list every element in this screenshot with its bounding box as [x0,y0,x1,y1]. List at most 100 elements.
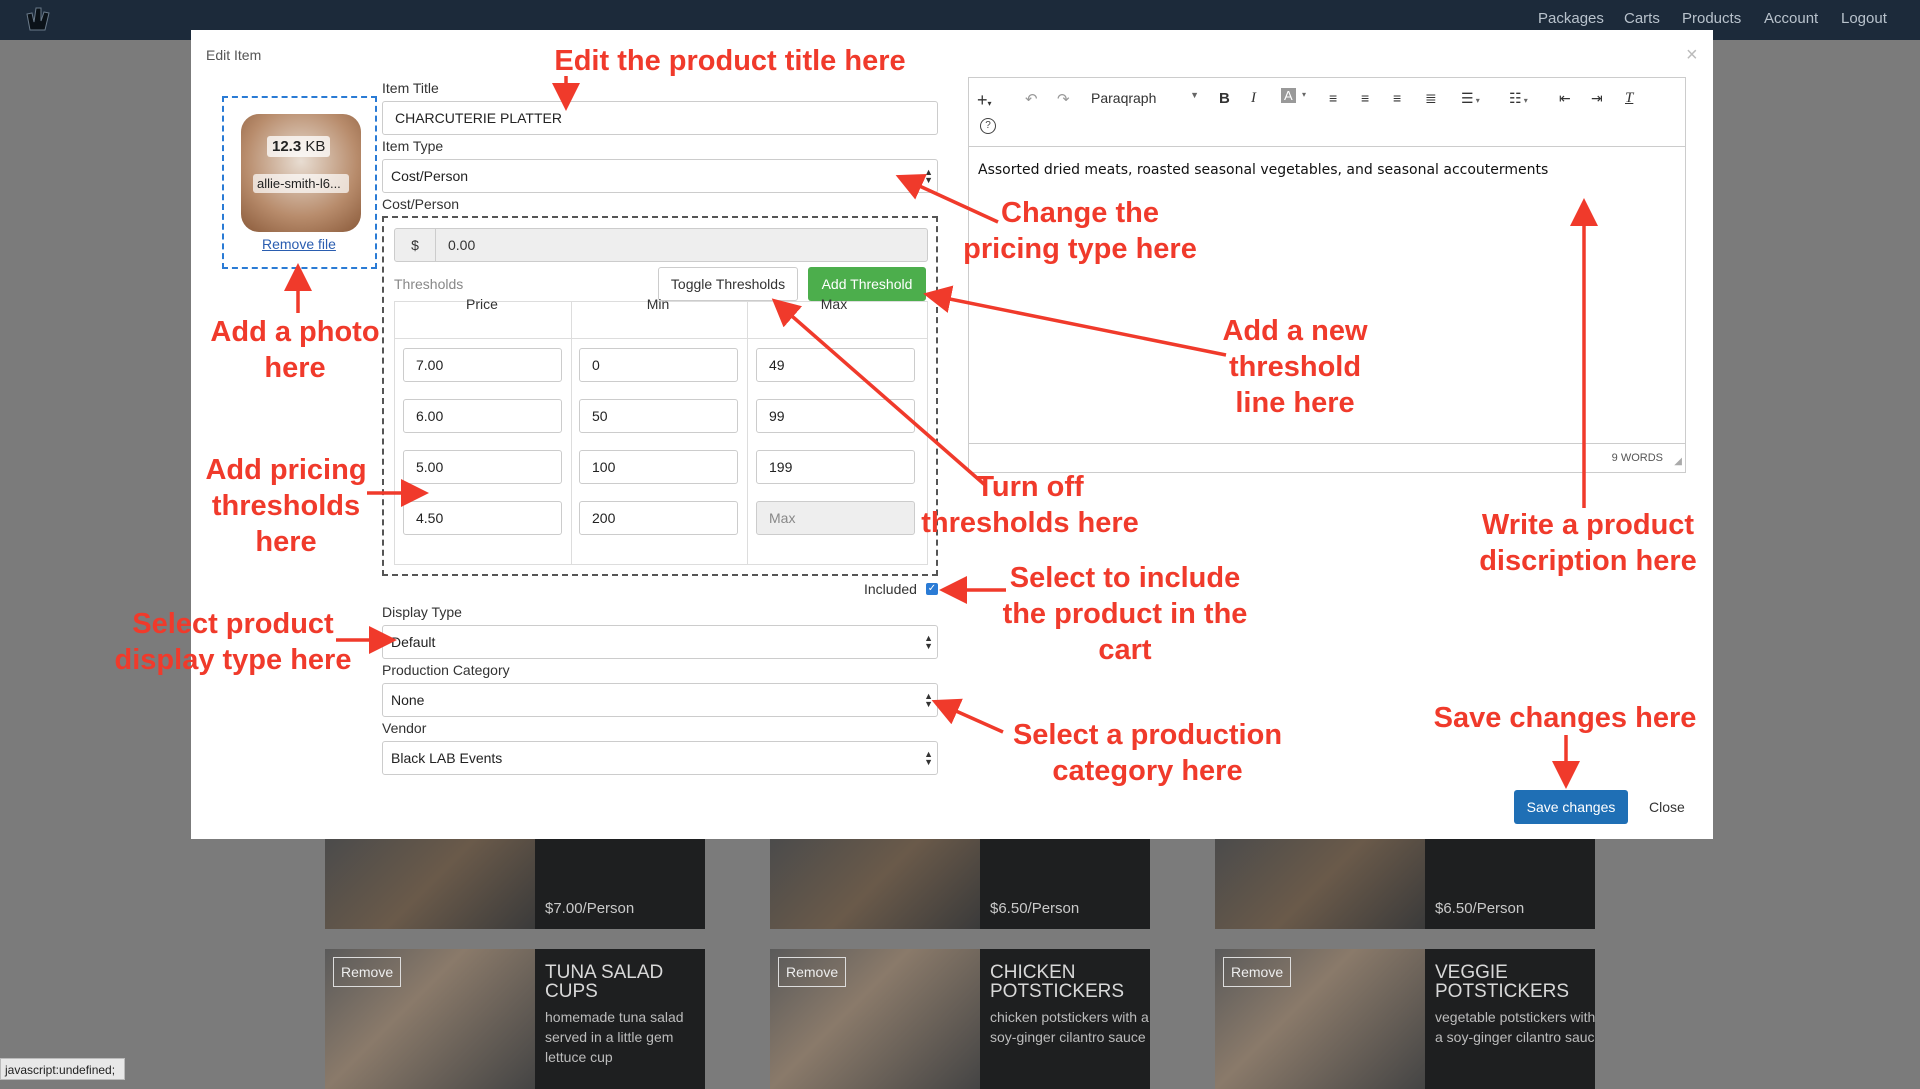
annotation-display-type: Select product display type here [114,608,352,676]
product-description: homemade tuna salad served in a little g… [545,1009,684,1065]
annotation-turn-off: Turn off thresholds here [921,471,1139,539]
product-card[interactable]: Remove TUNA SALAD CUPS homemade tuna sal… [325,949,705,1089]
product-image [770,839,980,929]
threshold-price-input[interactable]: 4.50 [403,501,562,535]
product-price: $6.50/Person [990,900,1080,917]
threshold-max-input[interactable]: 49 [756,348,915,382]
product-card[interactable]: Remove CHICKEN POTSTICKERS chicken potst… [770,949,1150,1089]
annotation-photo: Add a photo here [210,316,380,384]
italic-icon[interactable]: I [1251,90,1256,107]
product-card[interactable]: $6.50/Person [1215,839,1595,929]
photo-thumbnail: 12.3 KB allie-smith-l6... [241,114,361,232]
nav-logout[interactable]: Logout [1841,10,1887,27]
redo-icon[interactable]: ↷ [1057,90,1070,108]
product-title: TUNA SALAD CUPS [545,962,664,1002]
select-arrows-icon: ▲ ▼ [924,167,933,185]
align-right-icon[interactable]: ≡ [1393,90,1401,106]
file-size: 12.3 KB [267,136,331,157]
close-icon[interactable]: × [1686,44,1698,67]
annotation-description: Write a product discription here [1479,509,1697,577]
item-type-select[interactable]: Cost/Person ▲ ▼ [382,159,938,193]
threshold-price-input[interactable]: 6.00 [403,399,562,433]
help-icon[interactable]: ? [980,118,996,134]
remove-button[interactable]: Remove [1223,957,1292,987]
vendor-value: Black LAB Events [391,750,503,766]
product-card[interactable]: $6.50/Person [770,839,1150,929]
product-title: VEGGIE POTSTICKERS [1435,962,1570,1002]
currency-addon: $ [394,228,436,262]
editor-toolbar: +▾ ↶ ↷ Paraqraph ▼ B I A ▾ ≡ ≡ ≡ ≣ ☰ ▾ ☷ … [969,78,1685,147]
annotation-include: Select to include the product in the car… [1002,562,1248,666]
block-format-dropdown[interactable]: Paraqraph ▼ [1091,90,1199,106]
display-type-label: Display Type [382,604,462,620]
vendor-select[interactable]: Black LAB Events ▲ ▼ [382,741,938,775]
bullet-list-icon[interactable]: ☰ ▾ [1461,90,1480,107]
thresholds-label: Thresholds [394,276,464,292]
logo-icon[interactable] [24,4,54,34]
annotation-pricing-thresholds: Add pricing thresholds here [205,454,367,558]
item-title-input[interactable]: CHARCUTERIE PLATTER [382,101,938,135]
nav-account[interactable]: Account [1764,10,1818,27]
display-type-value: Default [391,634,436,650]
vendor-label: Vendor [382,720,427,736]
save-changes-button[interactable]: Save changes [1514,790,1628,824]
photo-dropzone[interactable]: 12.3 KB allie-smith-l6... Remove file [222,96,377,269]
threshold-max-input[interactable]: 199 [756,450,915,484]
text-color-icon[interactable]: A [1281,88,1296,103]
display-type-select[interactable]: Default ▲ ▼ [382,625,938,659]
status-bar: javascript:undefined; [0,1058,125,1080]
threshold-min-input[interactable]: 50 [579,399,738,433]
threshold-min-input[interactable]: 0 [579,348,738,382]
justify-icon[interactable]: ≣ [1425,90,1437,107]
table-header-price: Price [466,296,498,312]
annotation-save: Save changes here [1433,702,1697,734]
threshold-min-input[interactable]: 200 [579,501,738,535]
align-center-icon[interactable]: ≡ [1361,90,1369,106]
product-card[interactable]: $7.00/Person [325,839,705,929]
included-checkbox[interactable]: ✓ [926,583,938,595]
production-category-value: None [391,692,425,708]
outdent-icon[interactable]: ⇤ [1559,90,1571,107]
cost-label: Cost/Person [382,196,460,212]
nav-products[interactable]: Products [1682,10,1741,27]
table-header-min: Min [646,296,670,312]
threshold-max-input[interactable]: Max [756,501,915,535]
numbered-list-icon[interactable]: ☷ ▾ [1509,90,1528,107]
table-header-max: Max [820,296,848,312]
resize-handle-icon[interactable]: ◢ [1674,456,1682,467]
nav-packages[interactable]: Packages [1538,10,1604,27]
nav-carts[interactable]: Carts [1624,10,1660,27]
editor-content[interactable]: Assorted dried meats, roasted seasonal v… [978,162,1668,178]
chevron-down-icon[interactable]: ▾ [1302,90,1306,99]
bold-icon[interactable]: B [1219,90,1230,107]
align-left-icon[interactable]: ≡ [1329,90,1337,106]
production-category-select[interactable]: None ▲ ▼ [382,683,938,717]
close-button[interactable]: Close [1649,799,1685,815]
product-description: vegetable potstickers with a soy-ginger … [1435,1009,1595,1045]
product-price: $6.50/Person [1435,900,1525,917]
threshold-min-input[interactable]: 100 [579,450,738,484]
item-type-label: Item Type [382,138,444,154]
production-category-label: Production Category [382,662,510,678]
indent-icon[interactable]: ⇥ [1591,90,1603,107]
insert-plus-icon[interactable]: +▾ [977,90,992,111]
undo-icon[interactable]: ↶ [1025,90,1038,108]
threshold-price-input[interactable]: 5.00 [403,450,562,484]
threshold-max-input[interactable]: 99 [756,399,915,433]
file-name: allie-smith-l6... [253,174,349,193]
remove-file-link[interactable]: Remove file [262,236,336,252]
product-description: chicken potstickers with a soy-ginger ci… [990,1009,1149,1045]
clear-format-icon[interactable]: T [1625,90,1633,107]
annotation-pricing-type: Change the pricing type here [963,197,1197,265]
annotation-title: Edit the product title here [554,45,906,77]
word-count: 9 WORDS [1611,452,1663,464]
remove-button[interactable]: Remove [778,957,847,987]
remove-button[interactable]: Remove [333,957,402,987]
included-label: Included [864,581,917,597]
product-card[interactable]: Remove VEGGIE POTSTICKERS vegetable pots… [1215,949,1595,1089]
item-title-label: Item Title [382,80,439,96]
item-type-value: Cost/Person [391,168,469,184]
product-title: CHICKEN POTSTICKERS [990,962,1125,1002]
threshold-price-input[interactable]: 7.00 [403,348,562,382]
cost-input[interactable]: 0.00 [435,228,928,262]
